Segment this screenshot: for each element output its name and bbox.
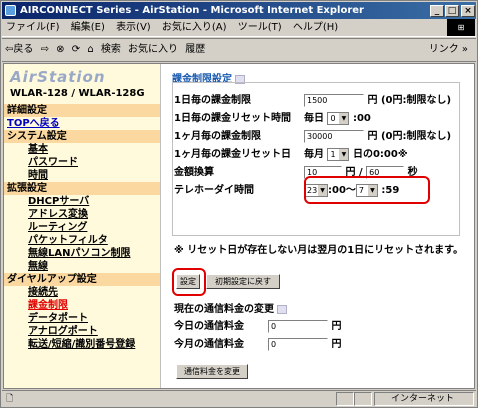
daily-limit-row: 1日毎の課金制限 1500 円 (0円:制限なし) [174, 92, 451, 109]
monthly-reset-prefix: 毎月 [304, 149, 324, 160]
status-cell [336, 392, 354, 406]
sidebar-item[interactable]: ルーティング [4, 221, 160, 234]
sidebar-section: ダイヤルアップ設定 [4, 273, 160, 286]
monthly-reset-suffix: 日の0:00※ [352, 149, 408, 160]
chevron-down-icon: ▼ [339, 112, 349, 124]
links-button[interactable]: リンク » [429, 39, 468, 61]
sidebar-item[interactable]: 転送/短縮/識別番号登録 [4, 338, 160, 351]
conversion-label: 金額換算 [174, 167, 214, 178]
windows-logo-icon: ⊞ [447, 19, 475, 36]
highlight-set-button [172, 268, 206, 296]
model-name: WLAR-128 / WLAR-128G [10, 88, 145, 99]
monthly-limit-input[interactable]: 30000 [304, 129, 364, 143]
daily-limit-label: 1日毎の課金制限 [174, 95, 251, 106]
window-title: AIRCONNECT Series - AirStation - Microso… [20, 5, 364, 16]
stop-icon[interactable]: ⊗ [56, 44, 64, 55]
close-button[interactable]: × [461, 5, 475, 17]
done-icon: 🗋 [6, 394, 14, 404]
sidebar-item[interactable]: TOPへ戻る [4, 117, 160, 130]
daily-limit-input[interactable]: 1500 [304, 93, 364, 107]
menu-favorites[interactable]: お気に入り(A) [162, 22, 227, 33]
sidebar-item[interactable]: 時間 [4, 169, 160, 182]
favorites-button[interactable]: お気に入り [128, 44, 178, 55]
menu-bar: ファイル(F) 編集(E) 表示(V) お気に入り(A) ツール(T) ヘルプ(… [2, 19, 476, 37]
help-icon[interactable] [277, 304, 287, 314]
today-fee-suffix: 円 [331, 321, 342, 332]
refresh-icon[interactable]: ⟳ [72, 44, 80, 55]
forward-button[interactable]: ⇨ [41, 44, 49, 55]
menu-help[interactable]: ヘルプ(H) [293, 22, 338, 33]
brand-logo: AirStation [10, 68, 106, 86]
month-fee-suffix: 円 [331, 339, 342, 350]
monthly-limit-suffix: 円 (0円:制限なし) [367, 131, 452, 142]
change-fee-button[interactable]: 通信料金を変更 [176, 364, 248, 379]
sidebar-item[interactable]: 課金制限 [4, 299, 160, 312]
sidebar-item[interactable]: 接続先 [4, 286, 160, 299]
sidebar-item[interactable]: アドレス変換 [4, 208, 160, 221]
sidebar-item[interactable]: 基本 [4, 143, 160, 156]
daily-reset-prefix: 毎日 [304, 113, 324, 124]
today-fee-input[interactable]: 0 [268, 319, 328, 333]
month-fee-input[interactable]: 0 [268, 337, 328, 351]
monthly-reset-row: 1ヶ月毎の課金リセット日 毎月 1 ▼ 日の0:00※ [174, 146, 408, 163]
history-button[interactable]: 履歴 [185, 44, 205, 55]
zone-indicator: インターネット [374, 392, 474, 406]
daily-reset-label: 1日毎の課金リセット時間 [174, 113, 291, 124]
sidebar-item[interactable]: 無線LANパソコン制限 [4, 247, 160, 260]
sidebar-item[interactable]: データポート [4, 312, 160, 325]
main-panel: 課金制限設定 1日毎の課金制限 1500 円 (0円:制限なし) 1日毎の課金リセ… [164, 64, 474, 388]
maximize-button[interactable]: □ [445, 5, 459, 17]
menu-edit[interactable]: 編集(E) [71, 22, 105, 33]
today-fee-label: 今日の通信料金 [174, 321, 244, 332]
ie-icon [5, 5, 16, 16]
sidebar-item[interactable]: アナログポート [4, 325, 160, 338]
title-bar: AIRCONNECT Series - AirStation - Microso… [2, 2, 476, 19]
sidebar-section: 詳細設定 [4, 104, 160, 117]
month-fee-label: 今月の通信料金 [174, 339, 244, 350]
monthly-reset-select[interactable]: 1 ▼ [327, 147, 350, 161]
chevron-down-icon: ▼ [339, 148, 349, 160]
sidebar-section: 拡張設定 [4, 182, 160, 195]
search-button[interactable]: 検索 [101, 44, 121, 55]
browser-window: AIRCONNECT Series - AirStation - Microso… [0, 0, 478, 408]
monthly-limit-label: 1ヶ月毎の課金制限 [174, 131, 261, 142]
highlight-telehodai [304, 176, 430, 204]
menu-file[interactable]: ファイル(F) [6, 22, 60, 33]
daily-reset-value: 0 [330, 113, 336, 123]
month-fee-row: 今月の通信料金 0 円 [174, 336, 341, 353]
current-fee-title-text: 現在の通信料金の変更 [174, 304, 274, 315]
sidebar-item[interactable]: DHCPサーバ [4, 195, 160, 208]
daily-limit-suffix: 円 (0円:制限なし) [367, 95, 452, 106]
menu-tools[interactable]: ツール(T) [238, 22, 282, 33]
daily-reset-row: 1日毎の課金リセット時間 毎日 0 ▼ :00 [174, 110, 371, 127]
sidebar-item[interactable]: パケットフィルタ [4, 234, 160, 247]
monthly-reset-value: 1 [330, 149, 336, 159]
sidebar: AirStation WLAR-128 / WLAR-128G 詳細設定 TOPへ… [4, 64, 161, 388]
daily-reset-select[interactable]: 0 ▼ [327, 111, 350, 125]
sidebar-item[interactable]: 無線 [4, 260, 160, 273]
minimize-button[interactable]: _ [430, 5, 444, 17]
status-bar: 🗋 インターネット [2, 390, 476, 407]
menu-view[interactable]: 表示(V) [116, 22, 151, 33]
page-content: AirStation WLAR-128 / WLAR-128G 詳細設定 TOPへ… [3, 63, 475, 389]
sidebar-item[interactable]: パスワード [4, 156, 160, 169]
home-icon[interactable]: ⌂ [87, 44, 93, 55]
reset-note: ※ リセット日が存在しない月は翌月の1日にリセットされます。 [174, 245, 464, 256]
today-fee-row: 今日の通信料金 0 円 [174, 318, 341, 335]
status-cell [354, 392, 372, 406]
telehodai-label: テレホーダイ時間 [174, 185, 254, 196]
reset-defaults-button[interactable]: 初期設定に戻す [206, 274, 280, 289]
sidebar-section: システム設定 [4, 130, 160, 143]
sidebar-nav: 詳細設定 TOPへ戻る システム設定 基本 パスワード 時間 拡張設定 DHCPサーバ アドレス… [4, 104, 160, 351]
monthly-limit-row: 1ヶ月毎の課金制限 30000 円 (0円:制限なし) [174, 128, 451, 145]
daily-reset-suffix: :00 [352, 113, 371, 124]
toolbar: ⇦戻る ⇨ ⊗ ⟳ ⌂ 検索 お気に入り 履歴 リンク » [2, 38, 476, 62]
monthly-reset-label: 1ヶ月毎の課金リセット日 [174, 149, 291, 160]
current-fee-title: 現在の通信料金の変更 [174, 300, 287, 315]
back-button[interactable]: ⇦戻る [5, 44, 33, 55]
